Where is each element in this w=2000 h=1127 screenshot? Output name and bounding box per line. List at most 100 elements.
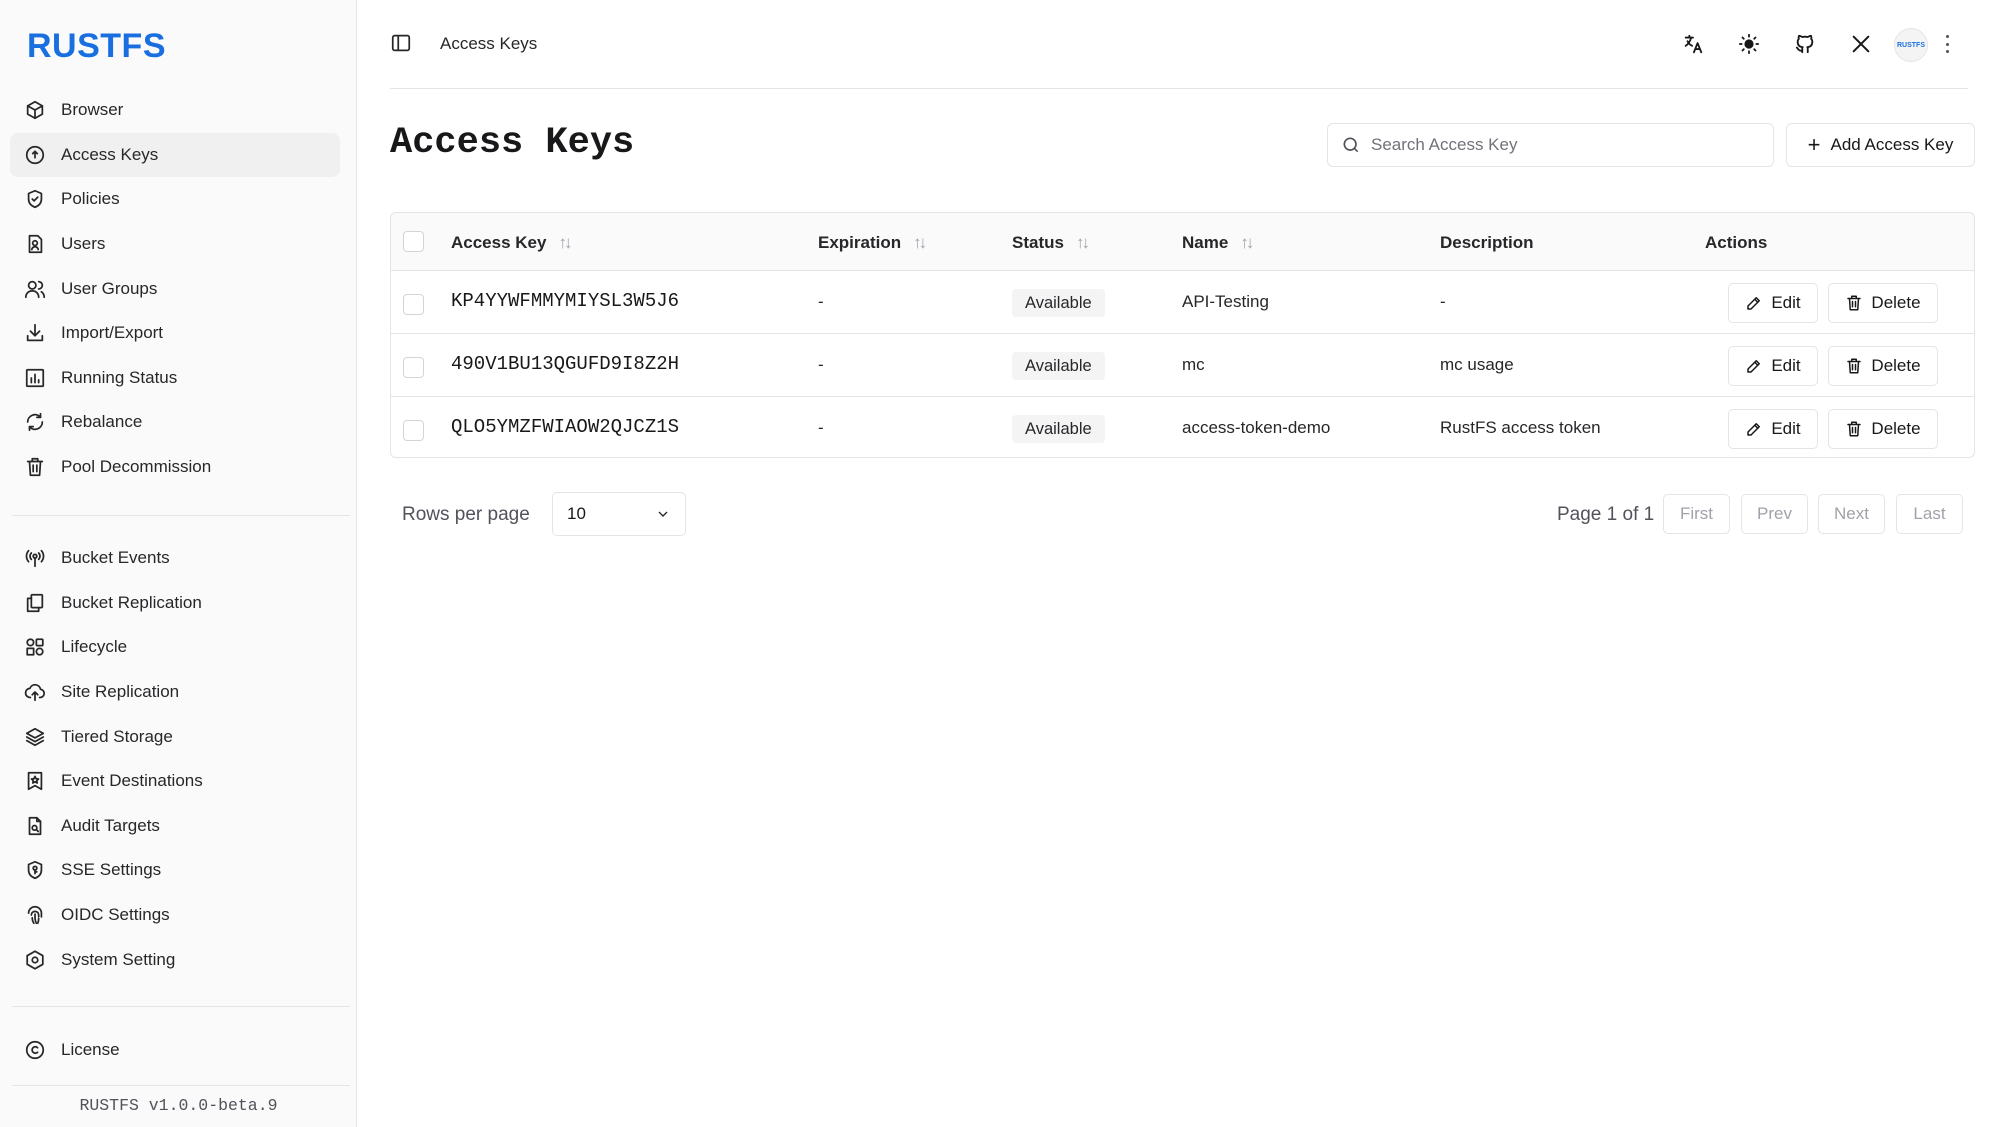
- sidebar-item-lifecycle[interactable]: Lifecycle: [10, 625, 340, 670]
- edit-button[interactable]: Edit: [1728, 346, 1818, 386]
- sidebar-divider: [12, 1085, 350, 1086]
- sidebar-item-label: System Setting: [61, 949, 176, 969]
- sidebar-item-bucket-replication[interactable]: Bucket Replication: [10, 581, 340, 626]
- translate-icon[interactable]: [1680, 31, 1706, 57]
- row-checkbox[interactable]: [403, 357, 424, 378]
- sidebar-item-label: OIDC Settings: [61, 905, 170, 925]
- name-value: mc: [1182, 355, 1205, 374]
- lifecycle-icon: [24, 636, 46, 658]
- bar-chart-icon: [24, 367, 46, 389]
- first-page-button[interactable]: First: [1663, 494, 1730, 534]
- column-header-actions: Actions: [1705, 233, 1767, 253]
- sidebar-item-event-destinations[interactable]: Event Destinations: [10, 759, 340, 804]
- sidebar-item-label: Bucket Events: [61, 548, 170, 568]
- delete-label: Delete: [1871, 419, 1921, 438]
- search-icon: [1343, 137, 1359, 153]
- top-header: Access Keys RUSTFS: [390, 0, 1968, 89]
- sidebar-item-sse-settings[interactable]: SSE Settings: [10, 848, 340, 893]
- hexagon-gear-icon: [24, 949, 46, 971]
- select-all-checkbox[interactable]: [403, 231, 424, 252]
- column-header-description: Description: [1440, 233, 1534, 253]
- edit-label: Edit: [1771, 293, 1801, 312]
- sidebar-item-label: Access Keys: [61, 144, 159, 164]
- column-label: Actions: [1705, 233, 1768, 252]
- avatar[interactable]: RUSTFS: [1894, 28, 1928, 62]
- sidebar-toggle-icon[interactable]: [390, 32, 416, 56]
- users-icon: [24, 278, 46, 300]
- sidebar-item-license[interactable]: License: [10, 1028, 340, 1073]
- version-label: RUSTFS v1.0.0-beta.9: [79, 1096, 278, 1115]
- expiration-value: -: [818, 292, 824, 311]
- access-key-value: 490V1BU13QGUFD9I8Z2H: [451, 353, 680, 375]
- next-page-button[interactable]: Next: [1818, 494, 1885, 534]
- column-header-name[interactable]: Name ↑↓: [1182, 233, 1254, 253]
- row-checkbox[interactable]: [403, 294, 424, 315]
- more-vertical-icon[interactable]: [1941, 32, 1953, 56]
- column-label: Expiration: [818, 233, 902, 252]
- sidebar-item-label: User Groups: [61, 278, 158, 298]
- chevron-down-icon: [658, 511, 668, 517]
- table-row: KP4YYWFMMYMIYSL3W5J6 - Available API-Tes…: [391, 272, 1974, 334]
- x-logo-icon[interactable]: [1848, 31, 1874, 57]
- add-access-key-button[interactable]: + Add Access Key: [1786, 123, 1975, 167]
- row-checkbox[interactable]: [403, 420, 424, 441]
- sidebar-item-system-setting[interactable]: System Setting: [10, 937, 340, 982]
- access-keys-table: Access Key ↑↓ Expiration ↑↓ Status ↑↓ Na…: [390, 212, 1975, 458]
- sidebar-item-label: Running Status: [61, 367, 178, 387]
- rows-per-page-select[interactable]: 10: [552, 492, 686, 536]
- last-page-button[interactable]: Last: [1896, 494, 1963, 534]
- edit-button[interactable]: Edit: [1728, 283, 1818, 323]
- page-info: Page 1 of 1: [1557, 504, 1655, 525]
- rows-per-page-label: Rows per page: [402, 504, 530, 525]
- column-label: Access Key: [451, 233, 547, 252]
- search-box[interactable]: [1327, 123, 1774, 167]
- github-icon[interactable]: [1792, 31, 1818, 57]
- copy-icon: [24, 592, 46, 614]
- sort-icon: ↑↓: [913, 233, 927, 252]
- delete-label: Delete: [1871, 356, 1921, 375]
- shield-key-icon: [24, 859, 46, 881]
- delete-button[interactable]: Delete: [1828, 346, 1938, 386]
- sidebar-item-rebalance[interactable]: Rebalance: [10, 400, 340, 445]
- primary-nav: Browser Access Keys Policies Users User …: [10, 88, 340, 489]
- sidebar-item-label: Import/Export: [61, 323, 164, 343]
- sidebar-item-tiered-storage[interactable]: Tiered Storage: [10, 714, 340, 759]
- prev-page-button[interactable]: Prev: [1741, 494, 1808, 534]
- sidebar-item-label: Pool Decommission: [61, 457, 212, 477]
- sidebar-item-pool-decommission[interactable]: Pool Decommission: [10, 445, 340, 490]
- sidebar-item-label: Site Replication: [61, 682, 180, 702]
- sidebar-item-access-keys[interactable]: Access Keys: [10, 132, 340, 178]
- column-header-status[interactable]: Status ↑↓: [1012, 233, 1090, 253]
- sidebar-item-policies[interactable]: Policies: [10, 177, 340, 222]
- table-header: Access Key ↑↓ Expiration ↑↓ Status ↑↓ Na…: [391, 213, 1974, 271]
- delete-button[interactable]: Delete: [1828, 283, 1938, 323]
- name-value: API-Testing: [1182, 292, 1269, 311]
- delete-button[interactable]: Delete: [1828, 409, 1938, 449]
- sidebar-item-oidc-settings[interactable]: OIDC Settings: [10, 893, 340, 938]
- column-header-expiration[interactable]: Expiration ↑↓: [818, 233, 927, 253]
- broadcast-icon: [24, 547, 46, 569]
- search-input[interactable]: [1371, 135, 1761, 155]
- rustfs-logo[interactable]: RUSTFS: [27, 27, 166, 66]
- access-key-value: KP4YYWFMMYMIYSL3W5J6: [451, 290, 680, 312]
- edit-button[interactable]: Edit: [1728, 409, 1818, 449]
- sidebar-item-import-export[interactable]: Import/Export: [10, 311, 340, 356]
- sidebar-item-running-status[interactable]: Running Status: [10, 356, 340, 401]
- sidebar-item-label: Tiered Storage: [61, 726, 173, 746]
- cloud-upload-icon: [24, 681, 46, 703]
- sidebar-item-browser[interactable]: Browser: [10, 88, 340, 133]
- layers-icon: [24, 726, 46, 748]
- sidebar-item-bucket-events[interactable]: Bucket Events: [10, 536, 340, 581]
- column-header-access-key[interactable]: Access Key ↑↓: [451, 233, 572, 253]
- column-label: Name: [1182, 233, 1229, 252]
- refresh-icon: [24, 411, 46, 433]
- sidebar-item-site-replication[interactable]: Site Replication: [10, 670, 340, 715]
- sidebar-item-users[interactable]: Users: [10, 222, 340, 267]
- sun-icon[interactable]: [1736, 31, 1762, 57]
- expiration-value: -: [818, 418, 824, 437]
- sidebar-item-user-groups[interactable]: User Groups: [10, 266, 340, 311]
- trash-icon: [1847, 295, 1862, 311]
- sidebar-item-audit-targets[interactable]: Audit Targets: [10, 804, 340, 849]
- fingerprint-icon: [24, 904, 46, 926]
- table-row: 490V1BU13QGUFD9I8Z2H - Available mc mc u…: [391, 335, 1974, 397]
